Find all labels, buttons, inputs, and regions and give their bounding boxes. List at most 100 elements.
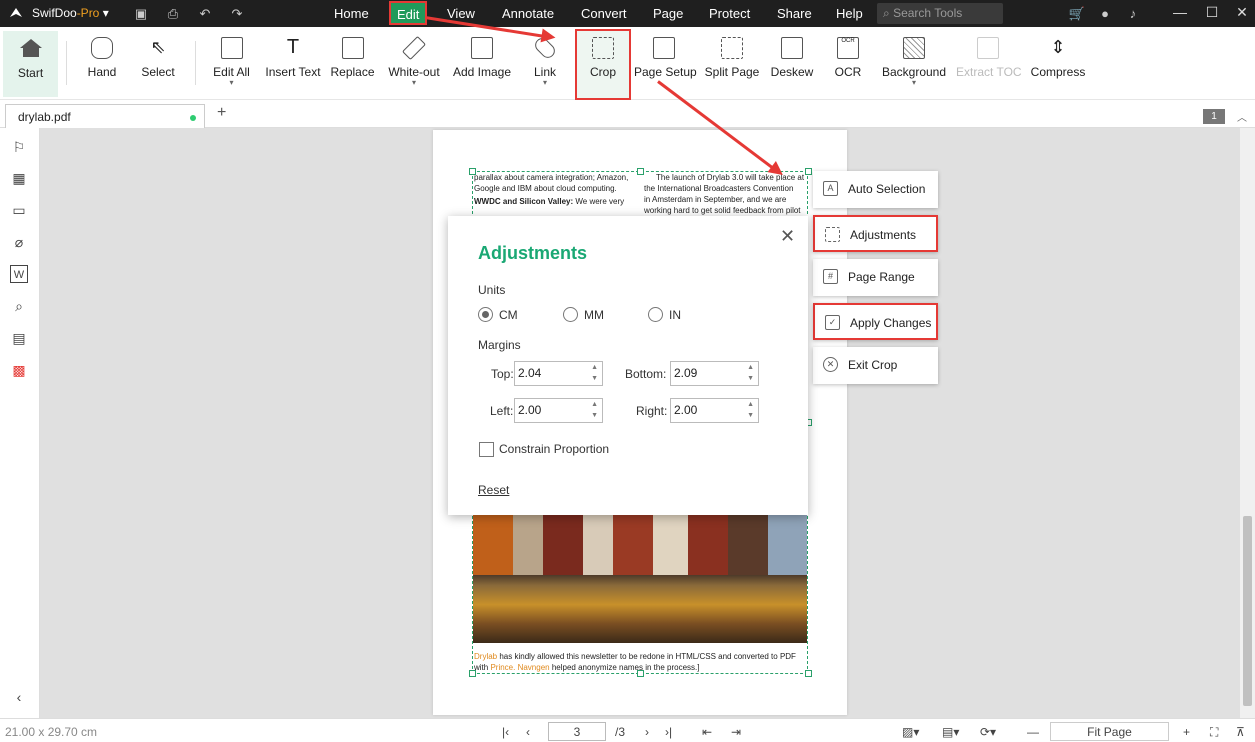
replace-icon [341, 37, 364, 59]
ocr-button[interactable]: OCR OCR [832, 31, 864, 95]
apply-changes-button[interactable]: ✓ Apply Changes [813, 303, 938, 340]
menu-protect[interactable]: Protect [709, 6, 750, 21]
last-page-icon[interactable]: ›| [665, 725, 672, 739]
bottom-margin-field[interactable]: 2.09 ▲ ▼ [670, 361, 759, 386]
document-tab[interactable]: drylab.pdf [5, 104, 205, 128]
bell-icon[interactable]: ♪ [1124, 5, 1142, 23]
reset-link[interactable]: Reset [478, 483, 509, 497]
forward-view-icon[interactable]: ⇥ [731, 725, 741, 739]
add-image-button[interactable]: Add Image [451, 31, 513, 95]
menu-edit[interactable]: Edit [389, 1, 428, 25]
total-pages-label: /3 [615, 725, 626, 739]
vertical-scrollbar[interactable] [1240, 128, 1255, 718]
thumbnails-icon[interactable]: ▦ [10, 169, 28, 187]
menu-convert[interactable]: Convert [581, 6, 627, 21]
status-bar: 21.00 x 29.70 cm |‹ ‹ 3 /3 › ›| ⇤ ⇥ ▨▾ ▤… [0, 718, 1255, 742]
compress-button[interactable]: ⇕ Compress [1030, 31, 1086, 95]
back-view-icon[interactable]: ⇤ [702, 725, 712, 739]
crop-handle-top-left[interactable] [469, 168, 476, 175]
page-mode-icon[interactable]: ▨▾ [902, 725, 919, 739]
layout-icon[interactable]: ▤▾ [942, 725, 959, 739]
menu-annotate[interactable]: Annotate [502, 6, 554, 21]
menu-help[interactable]: Help [836, 6, 863, 21]
dialog-title: Adjustments [478, 243, 588, 263]
account-icon[interactable]: ● [1096, 5, 1114, 23]
swifdoo-logo-icon [10, 8, 22, 17]
search-sidebar-icon[interactable]: ⌕ [10, 297, 28, 315]
zoom-in-icon[interactable]: + [1183, 725, 1190, 739]
comment-icon[interactable]: ▭ [10, 201, 28, 219]
auto-selection-button[interactable]: A Auto Selection [813, 171, 938, 208]
crop-handle-top[interactable] [637, 168, 644, 175]
cursor-icon: ⇖ [150, 37, 166, 57]
rotate-icon[interactable]: ⟳▾ [980, 725, 996, 739]
edit-all-button[interactable]: Edit All ▾ [209, 31, 254, 95]
unit-in-radio[interactable] [648, 307, 663, 322]
select-button[interactable]: ⇖ Select [138, 31, 178, 95]
white-out-button[interactable]: White-out ▾ [385, 31, 443, 95]
add-tab-button[interactable]: + [217, 104, 226, 122]
tab-filename: drylab.pdf [18, 110, 71, 124]
menu-share[interactable]: Share [777, 6, 812, 21]
constrain-proportion-checkbox[interactable] [479, 442, 494, 457]
undo-icon[interactable]: ↶ [196, 5, 214, 23]
split-page-button[interactable]: Split Page [704, 31, 760, 95]
search-tools-input[interactable]: ⌕ Search Tools [877, 3, 1003, 24]
minimize-icon[interactable]: — [1170, 4, 1190, 20]
page-range-button[interactable]: # Page Range [813, 259, 938, 296]
save-icon[interactable]: ▣ [132, 5, 150, 23]
close-dialog-icon[interactable]: ✕ [780, 226, 795, 247]
signature-icon[interactable]: ▤ [10, 329, 28, 347]
crop-icon [592, 37, 614, 59]
first-page-icon[interactable]: |‹ [502, 725, 509, 739]
close-window-icon[interactable]: ✕ [1232, 4, 1252, 21]
crop-handle-bottom-left[interactable] [469, 670, 476, 677]
deskew-icon [781, 37, 803, 59]
current-page-input[interactable]: 3 [548, 722, 606, 741]
top-margin-field[interactable]: 2.04 ▲ ▼ [514, 361, 603, 386]
right-margin-field[interactable]: 2.00 ▲ ▼ [670, 398, 759, 423]
unit-cm-label: CM [499, 308, 518, 322]
background-button[interactable]: Background ▾ [880, 31, 948, 95]
menu-view[interactable]: View [447, 6, 475, 21]
bookmark-icon[interactable]: ⚐ [10, 138, 28, 156]
deskew-button[interactable]: Deskew [770, 31, 814, 95]
extract-toc-button[interactable]: Extract TOC [956, 31, 1022, 95]
crop-button[interactable]: Crop [575, 29, 631, 100]
exit-crop-button[interactable]: ✕ Exit Crop [813, 347, 938, 384]
gift-icon[interactable]: ▩ [10, 361, 28, 379]
redo-icon[interactable]: ↷ [228, 5, 246, 23]
hand-button[interactable]: Hand [82, 31, 122, 95]
attachment-icon[interactable]: ⌀ [10, 233, 28, 251]
crop-handle-bottom[interactable] [637, 670, 644, 677]
cart-icon[interactable]: 🛒 [1068, 5, 1086, 23]
apply-check-icon: ✓ [825, 315, 840, 330]
edit-icon [220, 37, 243, 59]
spin-down-icon: ▼ [747, 412, 754, 419]
adjustments-button[interactable]: Adjustments [813, 215, 938, 252]
replace-button[interactable]: Replace [330, 31, 375, 95]
start-button[interactable]: Start [3, 31, 58, 97]
collapse-chevron-icon[interactable]: ︿ [1237, 109, 1247, 124]
crop-handle-top-right[interactable] [805, 168, 812, 175]
menu-page[interactable]: Page [653, 6, 683, 21]
next-page-icon[interactable]: › [645, 725, 649, 739]
pin-icon[interactable]: ⊼ [1236, 725, 1245, 739]
prev-page-icon[interactable]: ‹ [526, 725, 530, 739]
insert-text-button[interactable]: T Insert Text [263, 31, 323, 95]
spin-up-icon: ▲ [747, 401, 754, 408]
zoom-out-icon[interactable]: — [1027, 725, 1039, 739]
left-margin-field[interactable]: 2.00 ▲ ▼ [514, 398, 603, 423]
unit-cm-radio[interactable] [478, 307, 493, 322]
maximize-icon[interactable]: ☐ [1202, 4, 1222, 21]
fit-screen-icon[interactable]: ⛶ [1210, 725, 1218, 740]
scrollbar-thumb[interactable] [1243, 516, 1252, 706]
unit-mm-radio[interactable] [563, 307, 578, 322]
print-icon[interactable]: ⎙ [164, 5, 182, 23]
zoom-select[interactable]: Fit Page [1050, 722, 1169, 741]
document-tab-bar: drylab.pdf + 1 ︿ [0, 100, 1255, 128]
crop-handle-bottom-right[interactable] [805, 670, 812, 677]
menu-home[interactable]: Home [334, 6, 369, 21]
word-icon[interactable]: W [10, 265, 28, 283]
collapse-sidebar-icon[interactable]: ‹ [10, 688, 28, 706]
